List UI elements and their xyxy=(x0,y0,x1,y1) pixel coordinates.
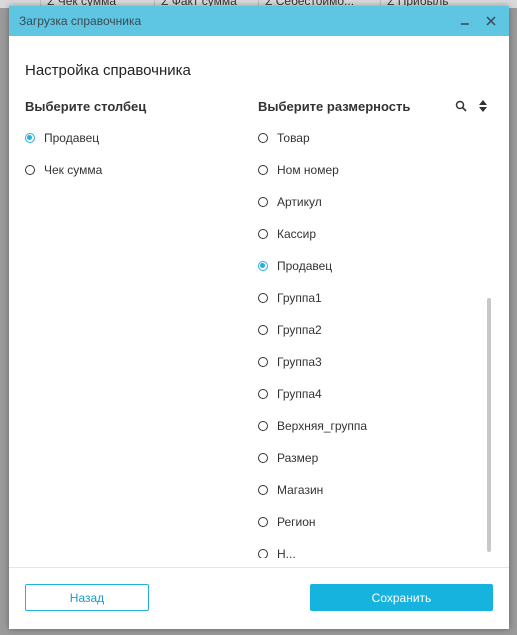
radio-unchecked[interactable] xyxy=(258,389,268,399)
dimension-option-label: Артикул xyxy=(277,195,322,209)
dimension-option-label: Группа2 xyxy=(277,323,322,337)
dimension-select-heading: Выберите размерность xyxy=(258,99,411,114)
load-directory-dialog: Загрузка справочника Настройка справочни… xyxy=(9,6,509,629)
dimension-option-label: Группа1 xyxy=(277,291,322,305)
dimension-option[interactable]: Верхняя_группа xyxy=(258,416,367,436)
dimension-option[interactable]: Артикул xyxy=(258,192,322,212)
footer-divider xyxy=(9,567,509,568)
dimension-option-label: Магазин xyxy=(277,483,324,497)
radio-unchecked[interactable] xyxy=(258,357,268,367)
dimension-option-label: Кассир xyxy=(277,227,317,241)
radio-unchecked[interactable] xyxy=(258,165,268,175)
dimension-option[interactable]: Группа3 xyxy=(258,352,322,372)
radio-unchecked[interactable] xyxy=(258,421,268,431)
radio-unchecked[interactable] xyxy=(258,293,268,303)
radio-unchecked[interactable] xyxy=(258,325,268,335)
radio-unchecked[interactable] xyxy=(25,165,35,175)
page-title: Настройка справочника xyxy=(25,62,191,79)
close-icon xyxy=(486,16,496,26)
radio-unchecked[interactable] xyxy=(258,197,268,207)
radio-unchecked[interactable] xyxy=(258,549,268,558)
dimension-option[interactable]: Группа1 xyxy=(258,288,322,308)
dimension-option[interactable]: Продавец xyxy=(258,256,332,276)
dimension-option-label: Ном номер xyxy=(277,163,339,177)
dimension-option[interactable]: Группа4 xyxy=(258,384,322,404)
dimension-option-label: Регион xyxy=(277,515,316,529)
back-button[interactable]: Назад xyxy=(25,584,149,611)
sort-icon xyxy=(479,100,487,112)
dialog-title: Загрузка справочника xyxy=(19,14,142,28)
column-option-label: Чек сумма xyxy=(44,163,103,177)
dialog-titlebar: Загрузка справочника xyxy=(9,6,509,36)
sort-button[interactable] xyxy=(475,98,491,114)
minimize-icon xyxy=(461,23,469,25)
radio-unchecked[interactable] xyxy=(258,485,268,495)
dimension-option[interactable]: Регион xyxy=(258,512,316,532)
dimension-option[interactable]: Н... xyxy=(258,544,296,558)
radio-unchecked[interactable] xyxy=(258,229,268,239)
radio-unchecked[interactable] xyxy=(258,133,268,143)
dimension-option-label: Продавец xyxy=(277,259,333,273)
dimension-option-label: Верхняя_группа xyxy=(277,419,368,433)
dimension-option[interactable]: Ном номер xyxy=(258,160,339,180)
close-button[interactable] xyxy=(481,11,501,31)
dimension-option-label: Н... xyxy=(277,547,296,558)
dimension-option-label: Товар xyxy=(277,131,310,145)
search-icon xyxy=(455,100,467,112)
dimension-list-scrollbar[interactable] xyxy=(487,298,491,552)
search-button[interactable] xyxy=(453,98,469,114)
radio-unchecked[interactable] xyxy=(258,453,268,463)
column-option-label: Продавец xyxy=(44,131,100,145)
column-option[interactable]: Продавец xyxy=(25,128,99,148)
save-button[interactable]: Сохранить xyxy=(310,584,493,611)
radio-checked[interactable] xyxy=(25,133,35,143)
dimension-option[interactable]: Группа2 xyxy=(258,320,322,340)
dimension-option[interactable]: Размер xyxy=(258,448,318,468)
dimension-option-label: Группа4 xyxy=(277,387,322,401)
radio-unchecked[interactable] xyxy=(258,517,268,527)
column-select-heading: Выберите столбец xyxy=(25,99,147,114)
dimension-option-label: Размер xyxy=(277,451,319,465)
dimension-option[interactable]: Товар xyxy=(258,128,310,148)
dimension-option[interactable]: Магазин xyxy=(258,480,323,500)
radio-checked[interactable] xyxy=(258,261,268,271)
minimize-button[interactable] xyxy=(455,11,475,31)
column-option[interactable]: Чек сумма xyxy=(25,160,102,180)
dimension-option-label: Группа3 xyxy=(277,355,322,369)
dimension-list: Товар Ном номер Артикул Кассир Продавец Групп… xyxy=(258,126,498,558)
dimension-option[interactable]: Кассир xyxy=(258,224,316,244)
